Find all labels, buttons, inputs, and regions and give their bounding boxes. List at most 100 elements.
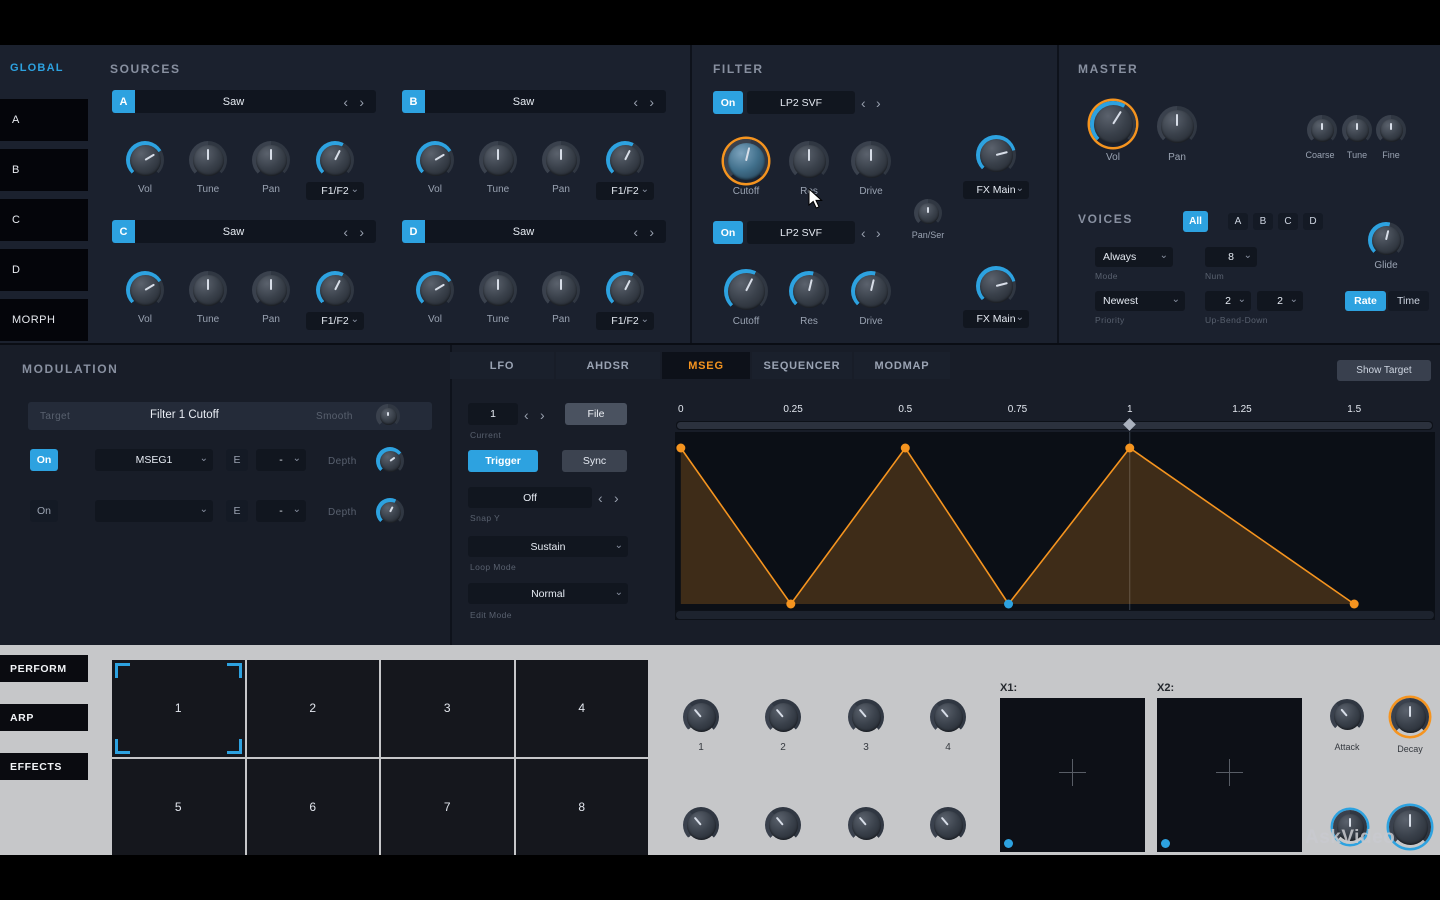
prev-filter-arrow[interactable]: ‹ — [861, 226, 866, 240]
env-attack-knob[interactable] — [1330, 699, 1364, 733]
filter2-drive-knob[interactable] — [851, 271, 891, 311]
next-wave-arrow[interactable]: › — [359, 95, 364, 109]
osc-b-route-select[interactable]: F1/F2⌄ — [596, 182, 654, 200]
prev-wave-arrow[interactable]: ‹ — [343, 95, 348, 109]
mseg-snap-select[interactable]: Off — [468, 487, 592, 508]
master-vol-knob[interactable] — [1090, 101, 1136, 147]
xy1-position-dot[interactable] — [1004, 839, 1013, 848]
osc-d-route-select[interactable]: F1/F2⌄ — [596, 312, 654, 330]
mod-row2-curve-select[interactable]: -⌄ — [256, 500, 306, 522]
xy-pad-1[interactable] — [1000, 698, 1145, 852]
osc-d-tune-knob[interactable] — [479, 271, 517, 309]
bend-down-select[interactable]: 2⌄ — [1257, 291, 1303, 311]
tab-sequencer[interactable]: SEQUENCER — [752, 352, 852, 379]
prev-snap-arrow[interactable]: ‹ — [598, 491, 603, 505]
mod-smooth-knob[interactable] — [376, 404, 400, 428]
osc-b-vol-knob[interactable] — [416, 141, 454, 179]
osc-a-waveform-select[interactable]: Saw — [135, 90, 332, 113]
mseg-hscrollbar[interactable] — [675, 610, 1435, 620]
snapshot-pad-1[interactable]: 1 — [112, 660, 245, 757]
glide-knob[interactable] — [1368, 222, 1404, 258]
mod-row2-source-select[interactable]: ⌄ — [95, 500, 213, 522]
osc-a-vol-knob[interactable] — [126, 141, 164, 179]
voices-num-select[interactable]: 8⌄ — [1205, 247, 1257, 267]
voices-priority-select[interactable]: Newest⌄ — [1095, 291, 1185, 311]
tab-lfo[interactable]: LFO — [450, 352, 554, 379]
osc-a-tune-knob[interactable] — [189, 141, 227, 179]
mseg-ruler[interactable]: 00.250.50.7511.251.5 — [675, 403, 1435, 419]
osc-c-tune-knob[interactable] — [189, 271, 227, 309]
mod-row2-e-button[interactable]: E — [226, 500, 248, 522]
filter1-fx-send-knob[interactable] — [976, 135, 1016, 175]
macro4-knob[interactable] — [930, 699, 966, 735]
osc-c-badge[interactable]: C — [112, 220, 135, 243]
glide-rate-button[interactable]: Rate — [1345, 291, 1386, 311]
mseg-graph[interactable] — [675, 432, 1435, 610]
master-tune-knob[interactable] — [1342, 115, 1372, 145]
perform-aux2-knob[interactable] — [1389, 806, 1431, 848]
master-coarse-knob[interactable] — [1307, 115, 1337, 145]
osc-a-route-select[interactable]: F1/F2⌄ — [306, 182, 364, 200]
nav-layer-c[interactable]: C — [0, 199, 88, 241]
snapshot-pad-4[interactable]: 4 — [516, 660, 649, 757]
snapshot-pad-6[interactable]: 6 — [247, 759, 380, 856]
macro1-knob[interactable] — [683, 699, 719, 735]
xy-pad-2[interactable] — [1157, 698, 1302, 852]
voices-a-button[interactable]: A — [1228, 213, 1248, 230]
filter2-type-select[interactable]: LP2 SVF — [747, 221, 855, 244]
prev-wave-arrow[interactable]: ‹ — [633, 225, 638, 239]
prev-wave-arrow[interactable]: ‹ — [633, 95, 638, 109]
next-filter-arrow[interactable]: › — [876, 96, 881, 110]
nav-perform[interactable]: PERFORM — [0, 655, 88, 682]
filter1-res-knob[interactable] — [789, 141, 829, 181]
mod-row1-curve-select[interactable]: -⌄ — [256, 449, 306, 471]
mod-row1-on-button[interactable]: On — [30, 449, 58, 471]
mseg-scrollbar-handle[interactable] — [677, 422, 1432, 429]
voices-d-button[interactable]: D — [1303, 213, 1323, 230]
next-wave-arrow[interactable]: › — [649, 95, 654, 109]
snapshot-pad-8[interactable]: 8 — [516, 759, 649, 856]
osc-a-badge[interactable]: A — [112, 90, 135, 113]
tab-ahdsr[interactable]: AHDSR — [556, 352, 660, 379]
osc-a-send-knob[interactable] — [316, 141, 354, 179]
mseg-loop-select[interactable]: Sustain⌄ — [468, 536, 628, 557]
osc-c-send-knob[interactable] — [316, 271, 354, 309]
osc-c-route-select[interactable]: F1/F2⌄ — [306, 312, 364, 330]
mod-target-value[interactable]: Filter 1 Cutoff — [150, 409, 219, 421]
voices-all-button[interactable]: All — [1183, 211, 1208, 232]
mseg-sync-button[interactable]: Sync — [562, 450, 627, 472]
xy2-position-dot[interactable] — [1161, 839, 1170, 848]
voices-b-button[interactable]: B — [1253, 213, 1273, 230]
glide-time-button[interactable]: Time — [1388, 291, 1429, 311]
osc-c-pan-knob[interactable] — [252, 271, 290, 309]
osc-b-waveform-select[interactable]: Saw — [425, 90, 622, 113]
next-filter-arrow[interactable]: › — [876, 226, 881, 240]
macro7-knob[interactable] — [848, 807, 884, 843]
next-snap-arrow[interactable]: › — [614, 491, 619, 505]
mod-row1-source-select[interactable]: MSEG1⌄ — [95, 449, 213, 471]
filter2-res-knob[interactable] — [789, 271, 829, 311]
filter1-cutoff-knob[interactable] — [724, 139, 768, 183]
tab-modmap[interactable]: MODMAP — [854, 352, 950, 379]
snapshot-pad-3[interactable]: 3 — [381, 660, 514, 757]
mseg-trigger-button[interactable]: Trigger — [468, 450, 538, 472]
nav-global[interactable]: GLOBAL — [10, 62, 64, 74]
osc-d-waveform-select[interactable]: Saw — [425, 220, 622, 243]
mseg-index-select[interactable]: 1 — [468, 403, 518, 425]
prev-mseg-arrow[interactable]: ‹ — [524, 408, 529, 422]
filter1-output-select[interactable]: FX Main⌄ — [963, 181, 1029, 199]
filter2-cutoff-knob[interactable] — [724, 269, 768, 313]
filter1-type-select[interactable]: LP2 SVF — [747, 91, 855, 114]
next-mseg-arrow[interactable]: › — [540, 408, 545, 422]
osc-d-send-knob[interactable] — [606, 271, 644, 309]
macro8-knob[interactable] — [930, 807, 966, 843]
macro6-knob[interactable] — [765, 807, 801, 843]
master-fine-knob[interactable] — [1376, 115, 1406, 145]
osc-b-tune-knob[interactable] — [479, 141, 517, 179]
filter2-fx-send-knob[interactable] — [976, 266, 1016, 306]
macro2-knob[interactable] — [765, 699, 801, 735]
osc-b-badge[interactable]: B — [402, 90, 425, 113]
voices-mode-select[interactable]: Always⌄ — [1095, 247, 1173, 267]
mseg-scrollbar[interactable] — [676, 421, 1433, 430]
show-target-button[interactable]: Show Target — [1337, 360, 1431, 381]
